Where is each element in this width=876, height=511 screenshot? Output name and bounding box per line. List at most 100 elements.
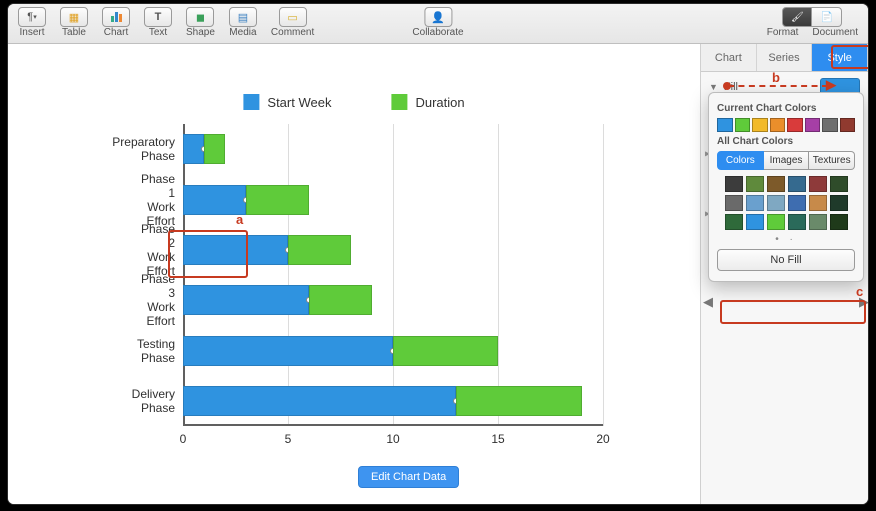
color-type-segment: Colors Images Textures — [717, 151, 855, 170]
color-swatch[interactable] — [809, 195, 827, 211]
bar-segment[interactable] — [183, 386, 456, 416]
toolbar: ¶▾ Insert ▦ Table Chart T Text ◼ Shape ▤ — [8, 4, 868, 44]
toolbar-table[interactable]: ▦ Table — [60, 7, 88, 38]
color-swatch[interactable] — [735, 118, 751, 132]
color-swatch[interactable] — [830, 195, 848, 211]
color-swatch[interactable] — [830, 214, 848, 230]
legend-swatch-duration — [391, 94, 407, 110]
bar-segment[interactable] — [288, 235, 351, 265]
insert-label: Insert — [19, 27, 44, 38]
color-swatch[interactable] — [788, 214, 806, 230]
color-swatch[interactable] — [746, 214, 764, 230]
color-swatch[interactable] — [840, 118, 856, 132]
gridline — [288, 124, 289, 426]
annotation-c-label: c — [856, 284, 863, 299]
color-swatch[interactable] — [746, 195, 764, 211]
legend-label-start: Start Week — [267, 95, 331, 110]
color-swatch[interactable] — [809, 176, 827, 192]
legend-label-duration: Duration — [415, 95, 464, 110]
toolbar-collaborate[interactable]: 👤 Collaborate — [412, 7, 463, 38]
x-tick: 10 — [386, 432, 399, 446]
bar-segment[interactable] — [456, 386, 582, 416]
category-label: Preparatory Phase — [112, 135, 175, 163]
all-colors-grid — [717, 176, 855, 230]
bar-segment[interactable] — [183, 185, 246, 215]
no-fill-button[interactable]: No Fill — [717, 249, 855, 271]
tab-series[interactable]: Series — [757, 44, 813, 71]
category-label: Phase 1 Work Effort — [141, 172, 175, 228]
seg-images[interactable]: Images — [764, 151, 810, 170]
seg-textures[interactable]: Textures — [809, 151, 855, 170]
category-label: Delivery Phase — [132, 387, 175, 415]
tab-chart[interactable]: Chart — [701, 44, 757, 71]
annotation-a-box — [168, 230, 248, 278]
comment-icon: ▭ — [279, 7, 307, 27]
chart-canvas: Start Week Duration 05101520Preparatory … — [8, 44, 700, 504]
gridline — [498, 124, 499, 426]
annotation-b-label: b — [772, 70, 780, 85]
color-swatch[interactable] — [805, 118, 821, 132]
toolbar-chart[interactable]: Chart — [102, 7, 130, 38]
color-swatch[interactable] — [767, 195, 785, 211]
x-axis — [183, 424, 603, 426]
toolbar-format[interactable]: 🖌 📄 Format Document — [767, 7, 858, 38]
palette-prev-icon[interactable]: ◀ — [703, 294, 713, 310]
format-button[interactable]: 🖌 — [782, 7, 812, 27]
app-window: ¶▾ Insert ▦ Table Chart T Text ◼ Shape ▤ — [8, 4, 868, 504]
toolbar-right: 🖌 📄 Format Document — [767, 7, 858, 38]
category-label: Testing Phase — [137, 337, 175, 365]
bar-segment[interactable] — [183, 336, 393, 366]
gridline — [393, 124, 394, 426]
color-swatch[interactable] — [822, 118, 838, 132]
color-swatch[interactable] — [788, 195, 806, 211]
legend-item-start: Start Week — [243, 94, 331, 110]
bar-segment[interactable] — [183, 285, 309, 315]
format-label: Format — [767, 27, 799, 38]
legend-swatch-start — [243, 94, 259, 110]
annotation-style-tab-box — [831, 45, 868, 69]
edit-chart-data-button[interactable]: Edit Chart Data — [358, 466, 459, 488]
toolbar-shape[interactable]: ◼ Shape — [186, 7, 215, 38]
collaborate-label: Collaborate — [412, 27, 463, 38]
color-swatch[interactable] — [752, 118, 768, 132]
gridline — [603, 124, 604, 426]
color-swatch[interactable] — [770, 118, 786, 132]
table-icon: ▦ — [60, 7, 88, 27]
color-swatch[interactable] — [788, 176, 806, 192]
format-document-segment: 🖌 📄 — [782, 7, 842, 27]
disclose-icon[interactable]: ▼ — [709, 82, 718, 92]
document-button[interactable]: 📄 — [812, 7, 842, 27]
color-swatch[interactable] — [725, 176, 743, 192]
chart-icon — [102, 7, 130, 27]
current-colors-label: Current Chart Colors — [717, 103, 855, 114]
color-swatch[interactable] — [767, 214, 785, 230]
chart-plot[interactable]: 05101520Preparatory PhasePhase 1 Work Ef… — [183, 124, 603, 444]
color-swatch[interactable] — [725, 214, 743, 230]
color-swatch[interactable] — [746, 176, 764, 192]
seg-colors[interactable]: Colors — [717, 151, 764, 170]
toolbar-media[interactable]: ▤ Media — [229, 7, 257, 38]
annotation-b-arrow — [728, 85, 828, 87]
legend-item-duration: Duration — [391, 94, 464, 110]
all-colors-label: All Chart Colors — [717, 136, 855, 147]
document-label: Document — [812, 27, 858, 38]
color-swatch[interactable] — [809, 214, 827, 230]
bar-segment[interactable] — [246, 185, 309, 215]
insert-icon: ¶▾ — [18, 7, 46, 27]
toolbar-left: ¶▾ Insert ▦ Table Chart T Text ◼ Shape ▤ — [18, 7, 314, 38]
media-label: Media — [229, 27, 256, 38]
toolbar-comment[interactable]: ▭ Comment — [271, 7, 314, 38]
color-swatch[interactable] — [830, 176, 848, 192]
bar-segment[interactable] — [393, 336, 498, 366]
bar-segment[interactable] — [204, 134, 225, 164]
color-swatch[interactable] — [717, 118, 733, 132]
x-tick: 20 — [596, 432, 609, 446]
color-swatch[interactable] — [725, 195, 743, 211]
toolbar-text[interactable]: T Text — [144, 7, 172, 38]
color-popover: Current Chart Colors All Chart Colors Co… — [708, 92, 864, 282]
color-swatch[interactable] — [767, 176, 785, 192]
bar-segment[interactable] — [309, 285, 372, 315]
x-tick: 5 — [285, 432, 292, 446]
toolbar-insert[interactable]: ¶▾ Insert — [18, 7, 46, 38]
color-swatch[interactable] — [787, 118, 803, 132]
